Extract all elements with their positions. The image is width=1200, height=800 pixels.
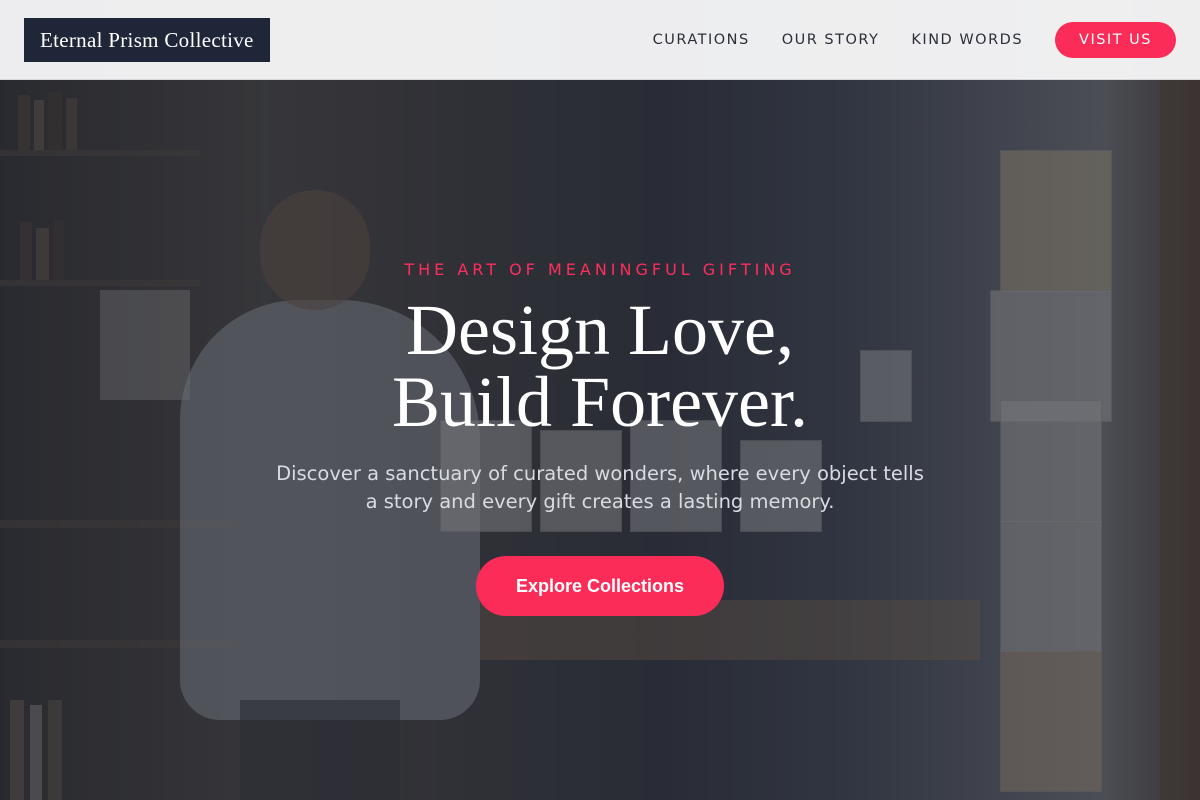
nav-links: CURATIONS OUR STORY KIND WORDS VISIT US — [653, 22, 1176, 58]
nav-link-kind-words[interactable]: KIND WORDS — [911, 32, 1023, 48]
hero-eyebrow: THE ART OF MEANINGFUL GIFTING — [404, 260, 796, 279]
hero-headline: Design Love, Build Forever. — [0, 294, 1200, 438]
hero-headline-line1: Design Love, — [406, 290, 794, 370]
hero-subtext: Discover a sanctuary of curated wonders,… — [276, 462, 924, 513]
hero-headline-line2: Build Forever. — [392, 362, 808, 442]
nav-link-curations[interactable]: CURATIONS — [653, 32, 750, 48]
visit-us-button[interactable]: VISIT US — [1055, 22, 1176, 58]
explore-collections-button[interactable]: Explore Collections — [475, 556, 725, 616]
nav-link-our-story[interactable]: OUR STORY — [782, 32, 880, 48]
hero-content: THE ART OF MEANINGFUL GIFTING Design Lov… — [0, 258, 1200, 616]
top-navbar: Eternal Prism Collective CURATIONS OUR S… — [0, 0, 1200, 80]
brand-logo[interactable]: Eternal Prism Collective — [24, 18, 270, 62]
